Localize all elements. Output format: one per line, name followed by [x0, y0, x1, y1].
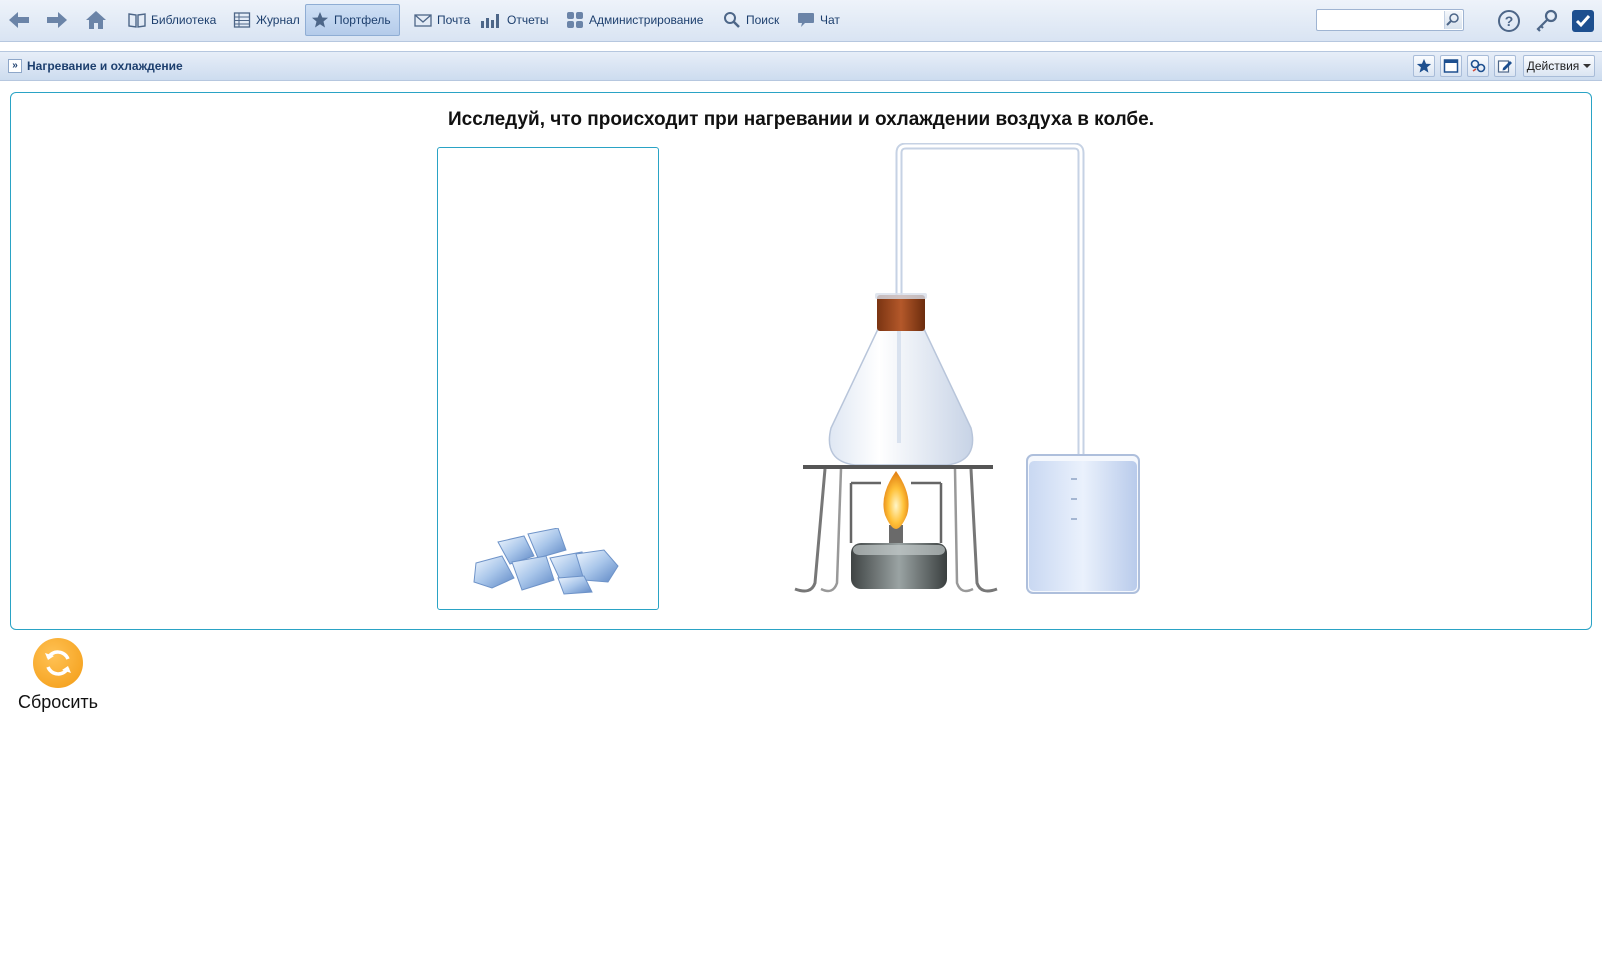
back-button[interactable]: [6, 8, 32, 32]
help-icon: ?: [1498, 10, 1520, 32]
link-button[interactable]: [1467, 55, 1489, 77]
tab-search-label: Поиск: [746, 13, 780, 27]
search-input[interactable]: [1317, 10, 1437, 30]
magnifier-icon: [724, 12, 740, 28]
tab-reports-label: Отчеты: [507, 13, 549, 27]
favorite-button[interactable]: [1413, 55, 1435, 77]
tab-mail-label: Почта: [437, 13, 471, 27]
arrow-right-icon: [47, 12, 67, 28]
chevron-down-icon: [1583, 64, 1592, 68]
admin-icon: [567, 12, 583, 28]
link-icon: [1470, 59, 1486, 73]
flask-stopper: [877, 295, 925, 331]
forward-button[interactable]: [44, 8, 70, 32]
book-icon: [128, 13, 146, 28]
beaker: [1026, 454, 1140, 594]
lab-apparatus: [794, 143, 1140, 594]
alcohol-burner: [849, 471, 947, 589]
tab-chat[interactable]: Чат: [792, 4, 845, 36]
tab-mail[interactable]: Почта: [409, 4, 475, 36]
favorite-star-icon: [1416, 58, 1432, 73]
page-title: Нагревание и охлаждение: [27, 59, 183, 73]
chat-icon: [798, 13, 814, 27]
tab-chat-label: Чат: [820, 13, 840, 27]
tab-reports[interactable]: Отчеты: [475, 4, 553, 36]
reset-label: Сбросить: [17, 692, 98, 712]
arrow-left-icon: [9, 12, 29, 28]
flame: [883, 471, 909, 529]
tab-journal[interactable]: Журнал: [228, 4, 305, 36]
tab-library-label: Библиотека: [151, 13, 217, 27]
tab-administration-label: Администрирование: [589, 13, 704, 27]
expand-panel-button[interactable]: »: [8, 59, 22, 73]
task-title: Исследуй, что происходит при нагревании …: [448, 109, 1154, 130]
svg-text:?: ?: [1505, 13, 1514, 29]
settings-key-button[interactable]: [1534, 8, 1560, 34]
key-icon: [1536, 9, 1558, 32]
actions-dropdown[interactable]: Действия: [1523, 55, 1595, 77]
checkbox-checked-icon: [1572, 10, 1594, 32]
reports-icon: [481, 14, 499, 28]
reset-circle: [33, 638, 83, 688]
experiment-panel: Исследуй, что происходит при нагревании …: [10, 92, 1592, 630]
actions-label: Действия: [1526, 59, 1580, 73]
tab-administration[interactable]: Администрирование: [561, 4, 708, 36]
search-submit-button[interactable]: [1444, 11, 1462, 29]
help-button[interactable]: ?: [1496, 8, 1522, 34]
refresh-icon: [45, 650, 71, 676]
tab-portfolio-label: Портфель: [334, 13, 391, 27]
edit-icon: [1497, 60, 1512, 73]
window-icon: [1443, 59, 1459, 73]
tab-journal-label: Журнал: [256, 13, 300, 27]
star-icon: [312, 12, 328, 28]
open-window-button[interactable]: [1440, 55, 1462, 77]
confirm-button[interactable]: [1570, 8, 1596, 34]
top-toolbar: Библиотека Журнал Портфель Почта Отчеты: [0, 0, 1602, 42]
home-button[interactable]: [84, 8, 110, 32]
tab-portfolio[interactable]: Портфель: [305, 4, 400, 36]
content-header-bar: » Нагревание и охлаждение Действия: [0, 51, 1602, 81]
global-search: [1316, 9, 1464, 31]
mail-icon: [414, 14, 432, 27]
tab-library[interactable]: Библиотека: [123, 4, 221, 36]
tab-search[interactable]: Поиск: [718, 4, 784, 36]
magnifier-icon: [1446, 13, 1459, 26]
double-chevron-right-icon: »: [12, 60, 18, 71]
journal-icon: [233, 12, 251, 28]
ice-cubes-icon[interactable]: [472, 528, 632, 598]
ice-container: [437, 147, 659, 610]
edit-button[interactable]: [1494, 55, 1516, 77]
home-icon: [86, 11, 106, 29]
reset-button[interactable]: Сбросить: [12, 638, 104, 713]
